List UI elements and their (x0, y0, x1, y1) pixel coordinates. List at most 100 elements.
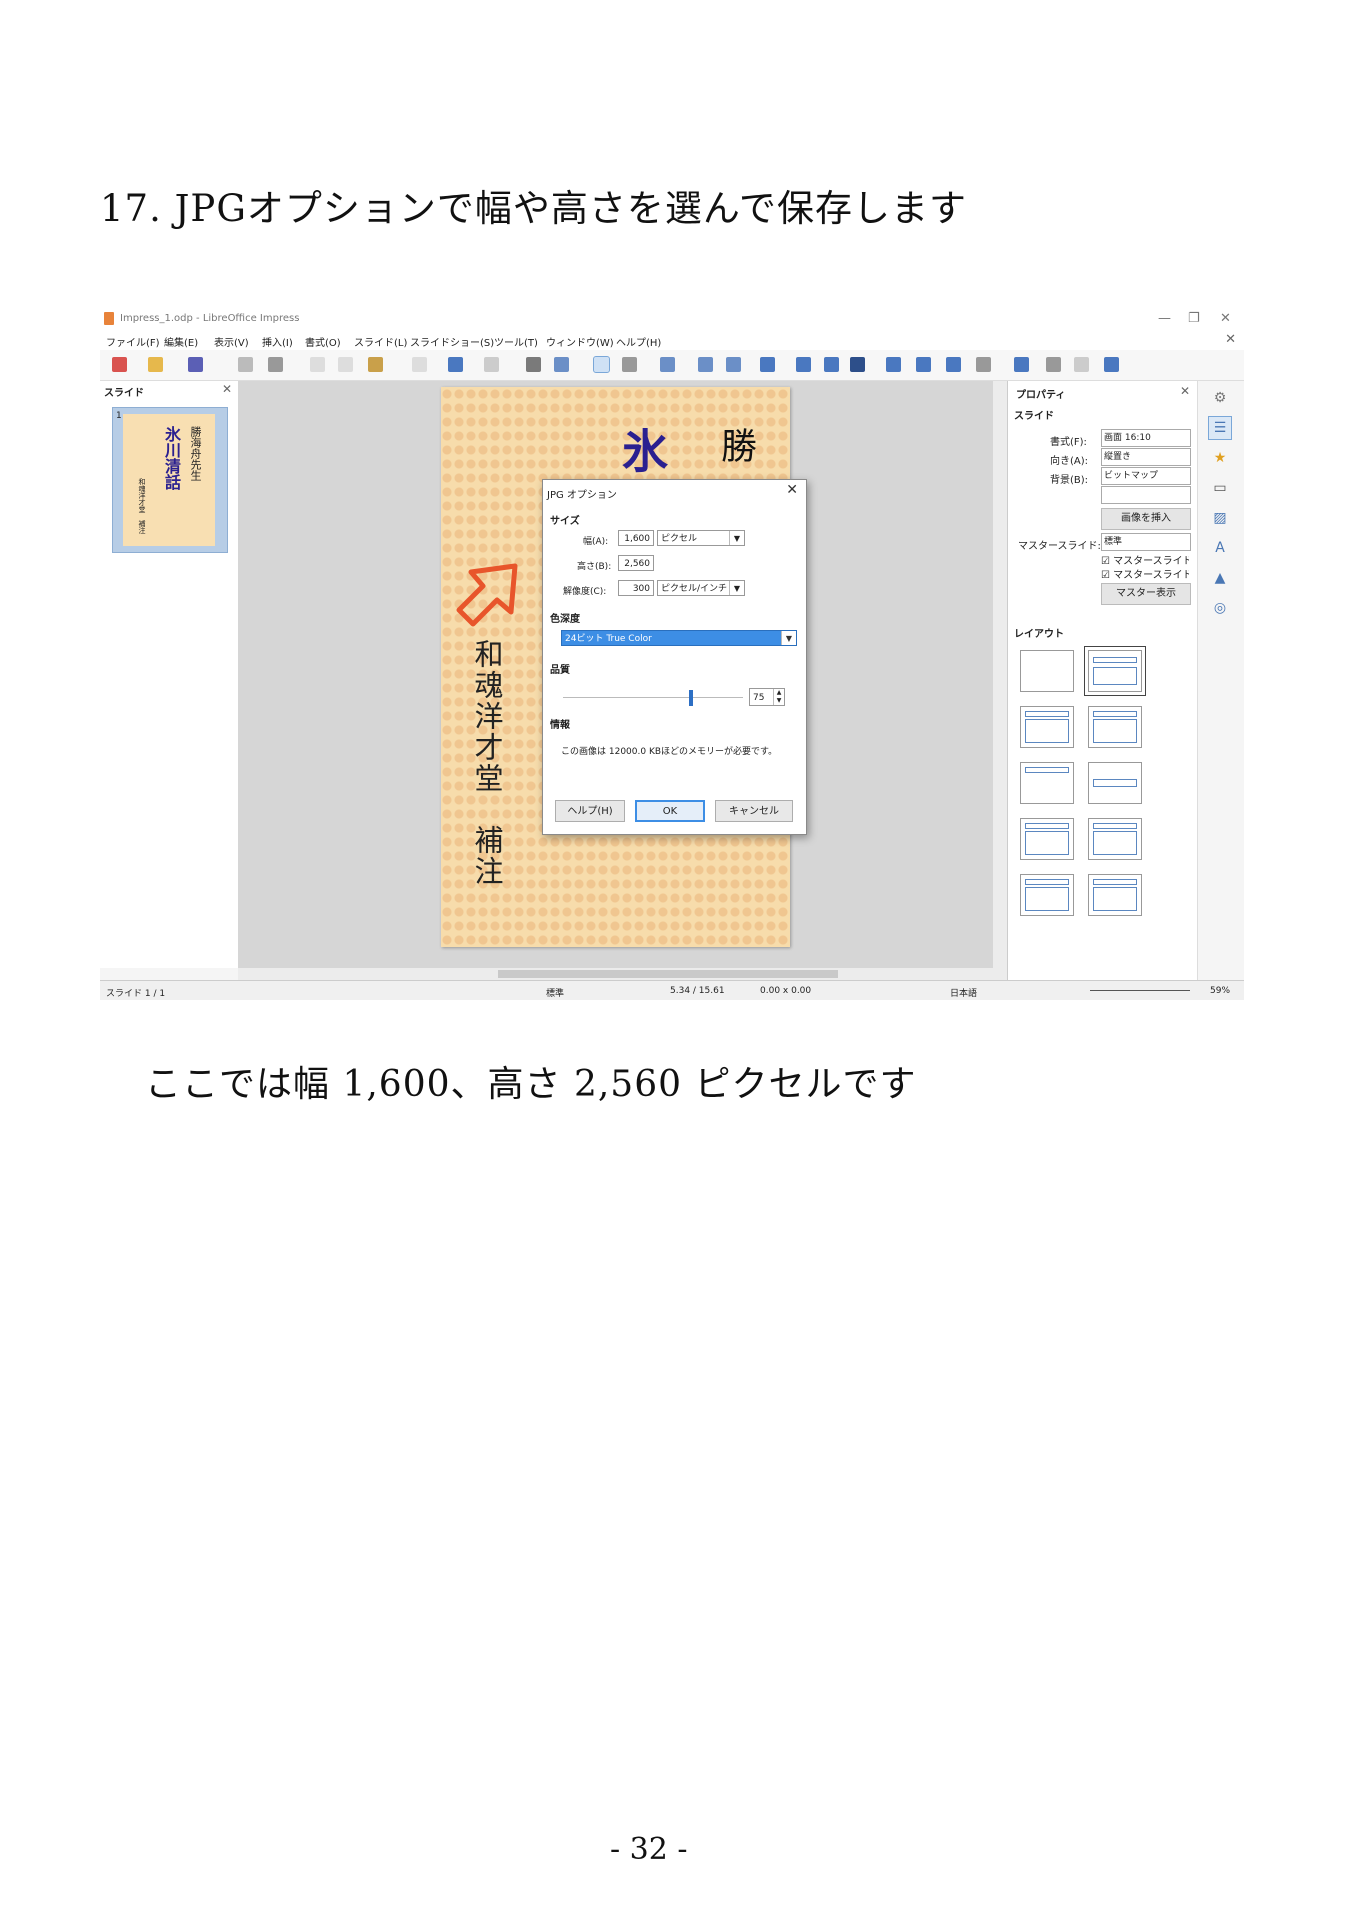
print-icon[interactable] (268, 357, 283, 372)
cut-icon[interactable] (310, 357, 325, 372)
fontwork-icon[interactable] (916, 357, 931, 372)
layout-title-content-2[interactable] (1020, 706, 1074, 748)
width-input[interactable]: 1,600 (618, 530, 654, 546)
help-button[interactable]: ヘルプ(H) (555, 800, 625, 822)
sidebar-gallery-icon[interactable]: ▲ (1209, 567, 1231, 589)
orientation-select[interactable]: 縦置き (1101, 448, 1191, 466)
close-window-button[interactable]: ✕ (1220, 311, 1231, 326)
sidebar-animation-icon[interactable]: ★ (1209, 447, 1231, 469)
height-input[interactable]: 2,560 (618, 555, 654, 571)
layout-two-content[interactable] (1088, 706, 1142, 748)
new-document-icon[interactable] (112, 357, 127, 372)
resolution-input[interactable]: 300 (618, 580, 654, 596)
slide-layout-icon[interactable] (1104, 357, 1119, 372)
width-unit-select[interactable]: ピクセル ▼ (657, 530, 745, 546)
close-document-icon[interactable]: ✕ (1225, 332, 1236, 347)
display-grid-icon[interactable] (593, 356, 610, 373)
insert-media-icon[interactable] (824, 357, 839, 372)
copy-icon[interactable] (338, 357, 353, 372)
restore-button[interactable]: ❐ (1188, 311, 1200, 326)
ok-button[interactable]: OK (635, 800, 705, 822)
start-slideshow-icon[interactable] (698, 357, 713, 372)
redo-icon[interactable] (484, 357, 499, 372)
quality-slider-knob[interactable] (689, 690, 693, 706)
menu-tools[interactable]: ツール(T) (494, 334, 538, 349)
dialog-close-icon[interactable]: ✕ (786, 482, 798, 498)
menu-slideshow[interactable]: スライドショー(S) (410, 334, 494, 349)
master-background-checkbox[interactable]: ☑ マスタースライドの背景 (1101, 552, 1189, 567)
layout-content-grid-2[interactable] (1088, 818, 1142, 860)
menu-view[interactable]: 表示(V) (214, 334, 249, 349)
layout-section-header[interactable]: レイアウト (1014, 625, 1064, 640)
slideshow-current-icon[interactable] (726, 357, 741, 372)
open-folder-icon[interactable] (148, 357, 163, 372)
sidebar-settings-gear-icon[interactable]: ⚙ (1209, 387, 1231, 409)
layout-four-content[interactable] (1020, 874, 1074, 916)
status-language[interactable]: 日本語 (950, 986, 977, 999)
layout-six-content[interactable] (1088, 874, 1142, 916)
sidebar-transition-icon[interactable]: ▭ (1209, 477, 1231, 499)
resolution-label: 解像度(C): (563, 587, 607, 597)
delete-slide-icon[interactable] (1074, 357, 1089, 372)
menu-format[interactable]: 書式(O) (305, 334, 341, 349)
canvas-vertical-scrollbar[interactable] (993, 381, 1007, 968)
insert-slide-icon[interactable] (1014, 357, 1029, 372)
slide-thumbnail[interactable]: 1 氷川清話 勝海舟先生 和魂洋才堂 補注 (112, 407, 228, 553)
insert-image-icon[interactable] (796, 357, 811, 372)
layout-title-content[interactable] (1084, 646, 1146, 696)
export-pdf-icon[interactable] (238, 357, 253, 372)
spin-arrows-icon[interactable]: ▲ ▼ (773, 689, 784, 705)
save-icon[interactable] (188, 357, 203, 372)
spellcheck-icon[interactable] (554, 357, 569, 372)
insert-table-icon[interactable] (760, 357, 775, 372)
layout-title-only[interactable] (1020, 762, 1074, 804)
layout-centered-text[interactable] (1088, 762, 1142, 804)
master-view-button[interactable]: マスター表示 (1101, 583, 1191, 605)
format-select[interactable]: 画面 16:10 (1101, 429, 1191, 447)
image-icon[interactable] (660, 357, 675, 372)
menu-edit[interactable]: 編集(E) (164, 334, 198, 349)
menu-window[interactable]: ウィンドウ(W) (546, 334, 614, 349)
find-replace-icon[interactable] (526, 357, 541, 372)
menu-insert[interactable]: 挿入(I) (262, 334, 293, 349)
minimize-button[interactable]: — (1158, 311, 1171, 326)
zoom-slider[interactable] (1090, 990, 1190, 991)
sidebar-styles-icon[interactable]: A (1209, 537, 1231, 559)
color-depth-select[interactable]: 24ビット True Color ▼ (561, 630, 797, 646)
slide-section-header[interactable]: スライド (1014, 407, 1054, 422)
menu-file[interactable]: ファイル(F) (106, 334, 160, 349)
canvas-horizontal-scrollbar[interactable] (238, 968, 1007, 980)
insert-chart-icon[interactable] (850, 357, 865, 372)
layout-blank[interactable] (1020, 650, 1074, 692)
insert-textbox-icon[interactable] (886, 357, 901, 372)
slides-pane-close-icon[interactable]: ✕ (222, 382, 232, 396)
shapes-icon[interactable] (976, 357, 991, 372)
duplicate-slide-icon[interactable] (1046, 357, 1061, 372)
menu-slide[interactable]: スライド(L) (354, 334, 407, 349)
status-position: 5.34 / 15.61 (670, 986, 725, 996)
title-bar: Impress_1.odp - LibreOffice Impress — ❐ … (100, 308, 1244, 330)
resolution-unit-select[interactable]: ピクセル/インチ ▼ (657, 580, 745, 596)
menu-help[interactable]: ヘルプ(H) (616, 334, 661, 349)
paste-icon[interactable] (368, 357, 383, 372)
master-objects-checkbox[interactable]: ☑ マスタースライドのオブジェクト (1101, 566, 1189, 581)
display-views-icon[interactable] (622, 357, 637, 372)
impress-document-icon (104, 312, 114, 325)
sidebar-properties-icon[interactable]: ☰ (1208, 416, 1232, 440)
quality-spinbox[interactable]: 75 ▲ ▼ (749, 688, 785, 706)
properties-close-icon[interactable]: ✕ (1180, 384, 1190, 398)
clone-formatting-icon[interactable] (412, 357, 427, 372)
undo-icon[interactable] (448, 357, 463, 372)
hyperlink-icon[interactable] (946, 357, 961, 372)
sidebar-navigator-icon[interactable]: ◎ (1209, 597, 1231, 619)
canvas-horizontal-scroll-thumb[interactable] (498, 970, 838, 978)
layout-content-grid[interactable] (1020, 818, 1074, 860)
status-zoom[interactable]: 59% (1210, 986, 1230, 996)
master-slide-select[interactable]: 標準 (1101, 533, 1191, 551)
quality-slider-track[interactable] (563, 697, 743, 698)
background-detail-select[interactable] (1101, 486, 1191, 504)
cancel-button[interactable]: キャンセル (715, 800, 793, 822)
insert-image-button[interactable]: 画像を挿入 (1101, 508, 1191, 530)
sidebar-master-slides-icon[interactable]: ▨ (1209, 507, 1231, 529)
background-select[interactable]: ビットマップ (1101, 467, 1191, 485)
